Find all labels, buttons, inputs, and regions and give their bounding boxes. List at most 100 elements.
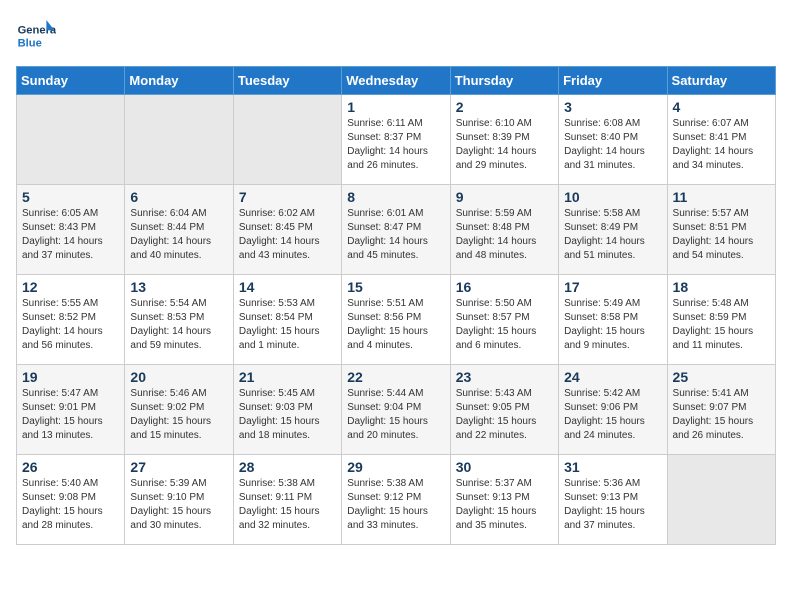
cell-sunrise-sunset: Sunrise: 5:57 AM Sunset: 8:51 PM Dayligh…	[673, 207, 770, 263]
cell-sunrise-sunset: Sunrise: 5:53 AM Sunset: 8:54 PM Dayligh…	[239, 297, 336, 353]
cell-sunrise-sunset: Sunrise: 5:50 AM Sunset: 8:57 PM Dayligh…	[456, 297, 553, 353]
day-number: 27	[130, 459, 227, 475]
day-number: 31	[564, 459, 661, 475]
day-number: 18	[673, 279, 770, 295]
calendar-cell: 17 Sunrise: 5:49 AM Sunset: 8:58 PM Dayli…	[559, 275, 667, 365]
calendar-cell: 26 Sunrise: 5:40 AM Sunset: 9:08 PM Dayli…	[17, 455, 125, 545]
day-number: 1	[347, 99, 444, 115]
calendar-week-row: 5 Sunrise: 6:05 AM Sunset: 8:43 PM Daylig…	[17, 185, 776, 275]
day-number: 25	[673, 369, 770, 385]
calendar-cell: 22 Sunrise: 5:44 AM Sunset: 9:04 PM Dayli…	[342, 365, 450, 455]
calendar-cell: 12 Sunrise: 5:55 AM Sunset: 8:52 PM Dayli…	[17, 275, 125, 365]
cell-sunrise-sunset: Sunrise: 6:11 AM Sunset: 8:37 PM Dayligh…	[347, 117, 444, 173]
day-number: 9	[456, 189, 553, 205]
calendar-cell: 18 Sunrise: 5:48 AM Sunset: 8:59 PM Dayli…	[667, 275, 775, 365]
calendar-cell: 14 Sunrise: 5:53 AM Sunset: 8:54 PM Dayli…	[233, 275, 341, 365]
calendar-cell: 4 Sunrise: 6:07 AM Sunset: 8:41 PM Daylig…	[667, 95, 775, 185]
cell-sunrise-sunset: Sunrise: 5:44 AM Sunset: 9:04 PM Dayligh…	[347, 387, 444, 443]
weekday-header-saturday: Saturday	[667, 67, 775, 95]
cell-sunrise-sunset: Sunrise: 5:51 AM Sunset: 8:56 PM Dayligh…	[347, 297, 444, 353]
cell-sunrise-sunset: Sunrise: 5:43 AM Sunset: 9:05 PM Dayligh…	[456, 387, 553, 443]
weekday-header-monday: Monday	[125, 67, 233, 95]
day-number: 2	[456, 99, 553, 115]
day-number: 6	[130, 189, 227, 205]
calendar-cell: 11Sunrise: 5:57 AM Sunset: 8:51 PM Dayli…	[667, 185, 775, 275]
day-number: 12	[22, 279, 119, 295]
calendar-cell: 10Sunrise: 5:58 AM Sunset: 8:49 PM Dayli…	[559, 185, 667, 275]
day-number: 29	[347, 459, 444, 475]
cell-sunrise-sunset: Sunrise: 6:05 AM Sunset: 8:43 PM Dayligh…	[22, 207, 119, 263]
calendar-cell	[233, 95, 341, 185]
calendar-cell: 23 Sunrise: 5:43 AM Sunset: 9:05 PM Dayli…	[450, 365, 558, 455]
cell-sunrise-sunset: Sunrise: 5:40 AM Sunset: 9:08 PM Dayligh…	[22, 477, 119, 533]
cell-sunrise-sunset: Sunrise: 5:38 AM Sunset: 9:11 PM Dayligh…	[239, 477, 336, 533]
day-number: 3	[564, 99, 661, 115]
calendar-cell: 31Sunrise: 5:36 AM Sunset: 9:13 PM Dayli…	[559, 455, 667, 545]
day-number: 20	[130, 369, 227, 385]
weekday-header-friday: Friday	[559, 67, 667, 95]
day-number: 24	[564, 369, 661, 385]
day-number: 4	[673, 99, 770, 115]
day-number: 26	[22, 459, 119, 475]
day-number: 16	[456, 279, 553, 295]
calendar-cell: 30 Sunrise: 5:37 AM Sunset: 9:13 PM Dayli…	[450, 455, 558, 545]
cell-sunrise-sunset: Sunrise: 5:46 AM Sunset: 9:02 PM Dayligh…	[130, 387, 227, 443]
cell-sunrise-sunset: Sunrise: 6:02 AM Sunset: 8:45 PM Dayligh…	[239, 207, 336, 263]
day-number: 7	[239, 189, 336, 205]
day-number: 22	[347, 369, 444, 385]
cell-sunrise-sunset: Sunrise: 5:54 AM Sunset: 8:53 PM Dayligh…	[130, 297, 227, 353]
calendar-cell: 5 Sunrise: 6:05 AM Sunset: 8:43 PM Daylig…	[17, 185, 125, 275]
calendar-week-row: 26 Sunrise: 5:40 AM Sunset: 9:08 PM Dayli…	[17, 455, 776, 545]
calendar-cell: 28 Sunrise: 5:38 AM Sunset: 9:11 PM Dayli…	[233, 455, 341, 545]
calendar-cell: 6Sunrise: 6:04 AM Sunset: 8:44 PM Daylig…	[125, 185, 233, 275]
cell-sunrise-sunset: Sunrise: 6:10 AM Sunset: 8:39 PM Dayligh…	[456, 117, 553, 173]
calendar-cell: 20 Sunrise: 5:46 AM Sunset: 9:02 PM Dayli…	[125, 365, 233, 455]
calendar-cell: 2 Sunrise: 6:10 AM Sunset: 8:39 PM Daylig…	[450, 95, 558, 185]
weekday-header-row: SundayMondayTuesdayWednesdayThursdayFrid…	[17, 67, 776, 95]
cell-sunrise-sunset: Sunrise: 6:08 AM Sunset: 8:40 PM Dayligh…	[564, 117, 661, 173]
cell-sunrise-sunset: Sunrise: 5:39 AM Sunset: 9:10 PM Dayligh…	[130, 477, 227, 533]
day-number: 19	[22, 369, 119, 385]
day-number: 5	[22, 189, 119, 205]
calendar-cell: 27 Sunrise: 5:39 AM Sunset: 9:10 PM Dayli…	[125, 455, 233, 545]
cell-sunrise-sunset: Sunrise: 5:48 AM Sunset: 8:59 PM Dayligh…	[673, 297, 770, 353]
day-number: 15	[347, 279, 444, 295]
calendar-cell	[17, 95, 125, 185]
calendar-cell: 13 Sunrise: 5:54 AM Sunset: 8:53 PM Dayli…	[125, 275, 233, 365]
day-number: 30	[456, 459, 553, 475]
day-number: 17	[564, 279, 661, 295]
logo-icon: General Blue	[16, 16, 56, 56]
day-number: 21	[239, 369, 336, 385]
calendar-week-row: 1 Sunrise: 6:11 AM Sunset: 8:37 PM Daylig…	[17, 95, 776, 185]
calendar-cell: 21 Sunrise: 5:45 AM Sunset: 9:03 PM Dayli…	[233, 365, 341, 455]
page-header: General Blue	[16, 16, 776, 56]
calendar-cell: 19Sunrise: 5:47 AM Sunset: 9:01 PM Dayli…	[17, 365, 125, 455]
cell-sunrise-sunset: Sunrise: 5:58 AM Sunset: 8:49 PM Dayligh…	[564, 207, 661, 263]
day-number: 14	[239, 279, 336, 295]
calendar-week-row: 19Sunrise: 5:47 AM Sunset: 9:01 PM Dayli…	[17, 365, 776, 455]
weekday-header-tuesday: Tuesday	[233, 67, 341, 95]
calendar-table: SundayMondayTuesdayWednesdayThursdayFrid…	[16, 66, 776, 545]
calendar-cell: 15 Sunrise: 5:51 AM Sunset: 8:56 PM Dayli…	[342, 275, 450, 365]
cell-sunrise-sunset: Sunrise: 6:07 AM Sunset: 8:41 PM Dayligh…	[673, 117, 770, 173]
logo: General Blue	[16, 16, 60, 56]
svg-text:Blue: Blue	[18, 37, 42, 49]
calendar-cell: 8 Sunrise: 6:01 AM Sunset: 8:47 PM Daylig…	[342, 185, 450, 275]
day-number: 13	[130, 279, 227, 295]
cell-sunrise-sunset: Sunrise: 5:37 AM Sunset: 9:13 PM Dayligh…	[456, 477, 553, 533]
cell-sunrise-sunset: Sunrise: 5:42 AM Sunset: 9:06 PM Dayligh…	[564, 387, 661, 443]
day-number: 28	[239, 459, 336, 475]
day-number: 23	[456, 369, 553, 385]
calendar-cell	[667, 455, 775, 545]
weekday-header-sunday: Sunday	[17, 67, 125, 95]
calendar-cell: 3 Sunrise: 6:08 AM Sunset: 8:40 PM Daylig…	[559, 95, 667, 185]
cell-sunrise-sunset: Sunrise: 5:55 AM Sunset: 8:52 PM Dayligh…	[22, 297, 119, 353]
cell-sunrise-sunset: Sunrise: 5:59 AM Sunset: 8:48 PM Dayligh…	[456, 207, 553, 263]
calendar-cell: 24 Sunrise: 5:42 AM Sunset: 9:06 PM Dayli…	[559, 365, 667, 455]
day-number: 8	[347, 189, 444, 205]
weekday-header-wednesday: Wednesday	[342, 67, 450, 95]
cell-sunrise-sunset: Sunrise: 5:49 AM Sunset: 8:58 PM Dayligh…	[564, 297, 661, 353]
cell-sunrise-sunset: Sunrise: 5:45 AM Sunset: 9:03 PM Dayligh…	[239, 387, 336, 443]
cell-sunrise-sunset: Sunrise: 6:01 AM Sunset: 8:47 PM Dayligh…	[347, 207, 444, 263]
calendar-cell: 9 Sunrise: 5:59 AM Sunset: 8:48 PM Daylig…	[450, 185, 558, 275]
